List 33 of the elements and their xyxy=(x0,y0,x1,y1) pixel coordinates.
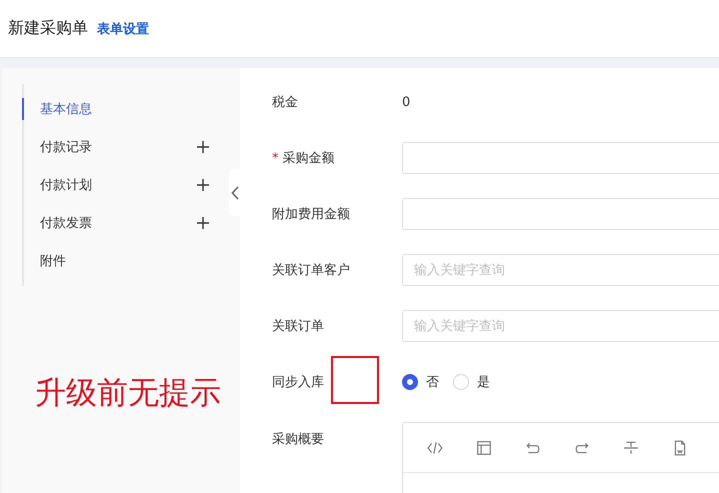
input-field[interactable] xyxy=(402,198,719,230)
strikethrough-icon[interactable] xyxy=(623,440,639,456)
field-label: 附加费用金额 xyxy=(272,206,350,223)
layout-icon[interactable] xyxy=(476,440,492,456)
page-title: 新建采购单 xyxy=(8,18,88,39)
required-mark: * xyxy=(272,150,278,166)
plus-icon[interactable] xyxy=(197,179,209,191)
field-label: 关联订单客户 xyxy=(272,262,350,279)
highlight-box xyxy=(331,356,379,404)
plus-icon[interactable] xyxy=(197,141,209,153)
radio-option[interactable]: 否 xyxy=(402,373,439,391)
radio-button[interactable] xyxy=(402,374,418,390)
input-field[interactable]: 输入关键字查询 xyxy=(402,254,719,286)
input-field[interactable] xyxy=(402,142,719,174)
field-label: 同步入库 xyxy=(272,374,324,391)
document-icon[interactable] xyxy=(672,440,688,456)
input-field[interactable]: 输入关键字查询 xyxy=(402,310,719,342)
collapse-handle[interactable] xyxy=(229,169,240,216)
field-label: 关联订单 xyxy=(272,318,324,335)
field-label: 采购概要 xyxy=(272,431,324,448)
field-label: 税金 xyxy=(272,94,298,111)
field-label: 采购金额 xyxy=(282,150,334,167)
annotation-text: 升级前无提示 xyxy=(35,374,221,412)
sidebar-item[interactable]: 付款计划 xyxy=(22,166,210,204)
sidebar-item[interactable]: 附件 xyxy=(22,242,210,280)
sidebar-item[interactable]: 付款发票 xyxy=(22,204,210,242)
field-value: 0 xyxy=(402,94,410,110)
form-settings-link[interactable]: 表单设置 xyxy=(97,20,149,38)
sidebar-item[interactable]: 基本信息 xyxy=(22,98,210,120)
plus-icon[interactable] xyxy=(197,217,209,229)
code-icon[interactable] xyxy=(427,440,443,456)
sidebar-item[interactable]: 付款记录 xyxy=(22,128,210,166)
radio-option[interactable]: 是 xyxy=(453,373,490,391)
